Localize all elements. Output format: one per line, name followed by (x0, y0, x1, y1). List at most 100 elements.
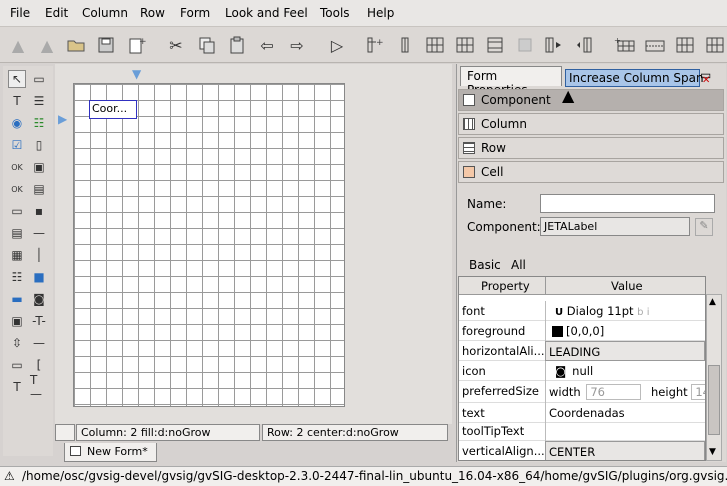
menu-edit[interactable]: Edit (45, 6, 68, 20)
property-value[interactable]: ◙ null (545, 361, 705, 381)
new-file-icon[interactable]: + (126, 34, 148, 56)
menu-tools[interactable]: Tools (320, 6, 350, 20)
name-field[interactable] (540, 194, 715, 213)
line-icon[interactable]: — (30, 334, 48, 352)
rectangle-icon[interactable]: ▭ (8, 356, 26, 374)
form-grid[interactable] (73, 83, 345, 407)
title-label-icon[interactable]: -T- (30, 312, 48, 330)
row-grid-icon[interactable] (674, 34, 696, 56)
color-chooser-icon[interactable]: ■ (30, 268, 48, 286)
checkbox-icon[interactable]: ☑ (8, 136, 26, 154)
row-icon[interactable] (484, 34, 506, 56)
insert-column-left-icon[interactable]: + (364, 34, 386, 56)
insert-row-icon[interactable]: + (614, 34, 636, 56)
cut-icon[interactable]: ✂ (165, 34, 187, 56)
property-value[interactable]: CENTER (545, 441, 705, 460)
panel-icon[interactable]: ▯ (30, 136, 48, 154)
property-value[interactable]: [0,0,0] (545, 321, 705, 341)
increase-column-span-icon[interactable] (544, 34, 566, 56)
insert-column-right-icon[interactable] (394, 34, 416, 56)
tree-icon[interactable]: ☷ (8, 268, 26, 286)
row-marker-icon[interactable]: ▶ (58, 112, 67, 126)
edit-component-icon[interactable]: ✎ (695, 218, 713, 236)
table-row[interactable]: horizontalAli... LEADING (459, 341, 705, 361)
menu-column[interactable]: Column (82, 6, 128, 20)
delete-column-icon[interactable] (454, 34, 476, 56)
cell-grid-icon[interactable] (704, 34, 726, 56)
back-icon[interactable]: ⇦ (256, 34, 278, 56)
copy-icon[interactable] (196, 34, 218, 56)
property-value[interactable]: LEADING (545, 341, 705, 361)
vertical-separator-icon[interactable]: │ (30, 246, 48, 264)
window-icon[interactable]: ▤ (30, 180, 48, 198)
disabled-icon[interactable] (514, 34, 536, 56)
title-separator-icon[interactable]: T— (30, 373, 48, 401)
menu-help[interactable]: Help (367, 6, 394, 20)
property-value[interactable] (545, 421, 705, 441)
property-scrollbar[interactable]: ▲ ▼ (706, 294, 722, 461)
close-x-icon[interactable]: ✕ (702, 75, 710, 86)
frame-icon[interactable]: ▣ (30, 158, 48, 176)
open-folder-icon[interactable] (65, 34, 87, 56)
ok-button-icon[interactable]: OK (8, 158, 26, 176)
table-row[interactable]: font U Dialog 11pt b i (459, 301, 705, 321)
scroll-down-icon[interactable]: ▼ (709, 447, 716, 457)
new-icon[interactable]: ▲ (7, 34, 29, 56)
radio-icon[interactable]: ◉ (8, 114, 26, 132)
text-field-icon[interactable]: ▭ (30, 70, 48, 88)
document-icon[interactable]: ▤ (8, 224, 26, 242)
menu-row[interactable]: Row (140, 6, 165, 20)
menu-file[interactable]: File (10, 6, 30, 20)
image-icon[interactable]: ▣ (8, 312, 26, 330)
section-cell[interactable]: Cell (458, 161, 724, 183)
label-icon[interactable]: T (8, 92, 26, 110)
titled-line-icon[interactable]: T (8, 378, 26, 396)
forward-icon[interactable]: ⇨ (286, 34, 308, 56)
table-row[interactable]: foreground [0,0,0] (459, 321, 705, 341)
table-row[interactable]: text Coordenadas (459, 403, 705, 423)
user-icon[interactable]: ◙ (30, 290, 48, 308)
spinner-icon[interactable]: ▪ (30, 202, 48, 220)
height-field[interactable]: 14 (691, 384, 705, 400)
table-row[interactable]: toolTipText (459, 421, 705, 441)
form-component-label[interactable]: Coor... (89, 100, 137, 119)
section-column[interactable]: Column (458, 113, 724, 135)
pointer-icon[interactable]: ↖ (8, 70, 26, 88)
table-row[interactable]: icon ◙ null (459, 361, 705, 381)
separator-icon[interactable]: — (30, 224, 48, 242)
delete-row-icon[interactable] (644, 34, 666, 56)
slider-icon[interactable]: ⇳ (8, 334, 26, 352)
new-disabled-icon[interactable]: ▲ (36, 34, 58, 56)
section-row[interactable]: Row (458, 137, 724, 159)
property-name: horizontalAli... (462, 344, 544, 358)
property-value[interactable]: Coordenadas (545, 403, 705, 423)
tab-all[interactable]: All (511, 258, 526, 272)
run-icon[interactable]: ▷ (326, 34, 348, 56)
width-field[interactable]: 76 (586, 384, 642, 400)
text-area-icon[interactable]: ☰ (30, 92, 48, 110)
tab-form-properties[interactable]: Form Properties (460, 66, 562, 97)
tab-new-form[interactable]: New Form* (64, 443, 157, 462)
property-value[interactable]: U Dialog 11pt b i (545, 301, 705, 321)
list-icon[interactable]: ☷ (30, 114, 48, 132)
table-row[interactable]: verticalAlign... CENTER (459, 441, 705, 460)
scroll-thumb[interactable] (708, 365, 720, 435)
tab-basic[interactable]: Basic (469, 258, 501, 272)
column-icon[interactable] (424, 34, 446, 56)
table-icon[interactable]: ▦ (8, 246, 26, 264)
progress-icon[interactable]: ▬ (8, 290, 26, 308)
ok-toggle-icon[interactable]: OK (8, 180, 26, 198)
paste-icon[interactable] (226, 34, 248, 56)
bracket-icon[interactable]: [ (30, 356, 48, 374)
property-value[interactable]: width 76 height 14 (545, 381, 705, 403)
scroll-up-icon[interactable]: ▲ (709, 297, 716, 307)
combo-icon[interactable]: ▭ (8, 202, 26, 220)
component-field: JETALabel (540, 217, 690, 236)
menu-look-and-feel[interactable]: Look and Feel (225, 6, 308, 20)
decrease-column-span-icon[interactable] (576, 34, 598, 56)
column-marker-icon[interactable]: ▼ (132, 67, 141, 81)
menu-form[interactable]: Form (180, 6, 210, 20)
section-component[interactable]: Component (458, 89, 724, 111)
table-row[interactable]: preferredSize width 76 height 14 (459, 381, 705, 403)
save-icon[interactable] (95, 34, 117, 56)
